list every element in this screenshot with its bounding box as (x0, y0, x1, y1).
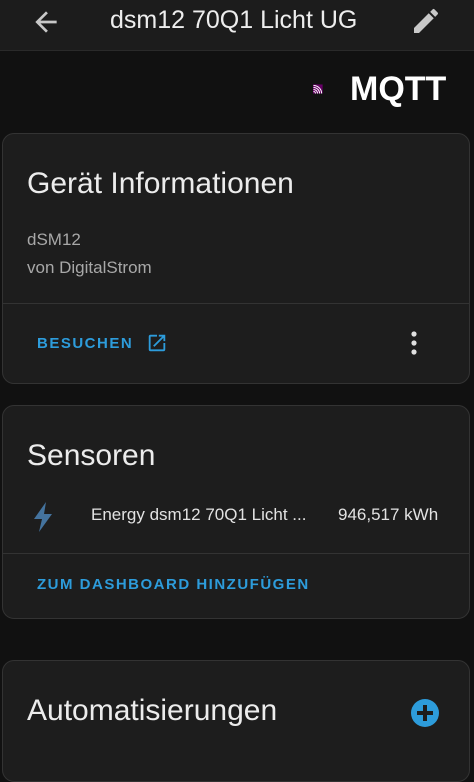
page-title: dsm12 70Q1 Licht UG (110, 6, 358, 34)
automations-card: Automatisierungen (2, 660, 470, 782)
sensor-energy-name[interactable]: Energy dsm12 70Q1 Licht ... (91, 505, 306, 525)
mqtt-logo-text: MQTT (350, 70, 447, 108)
device-info-title: Gerät Informationen (27, 167, 294, 200)
pencil-edit-icon[interactable] (410, 5, 442, 37)
automations-title: Automatisierungen (27, 694, 278, 727)
card-divider (3, 303, 469, 304)
add-to-dashboard-button[interactable]: ZUM DASHBOARD HINZUFÜGEN (37, 576, 310, 593)
sensors-card: Sensoren Energy dsm12 70Q1 Licht ... 946… (2, 405, 470, 619)
device-info-card: Gerät Informationen dSM12 von DigitalStr… (2, 133, 470, 384)
back-arrow-icon[interactable] (30, 6, 62, 38)
device-manufacturer: von DigitalStrom (27, 258, 152, 277)
device-model: dSM12 (27, 230, 81, 249)
sensor-energy-value[interactable]: 946,517 kWh (338, 505, 438, 525)
sensors-title: Sensoren (27, 439, 156, 472)
card-divider (3, 553, 469, 554)
more-vertical-icon[interactable] (405, 329, 423, 357)
visit-button[interactable]: BESUCHEN (37, 335, 133, 352)
open-in-new-icon[interactable] (146, 332, 168, 354)
top-app-bar: dsm12 70Q1 Licht UG (0, 0, 474, 51)
mqtt-logo-icon (313, 84, 323, 94)
add-circle-icon[interactable] (410, 698, 440, 728)
flash-icon (34, 502, 52, 532)
